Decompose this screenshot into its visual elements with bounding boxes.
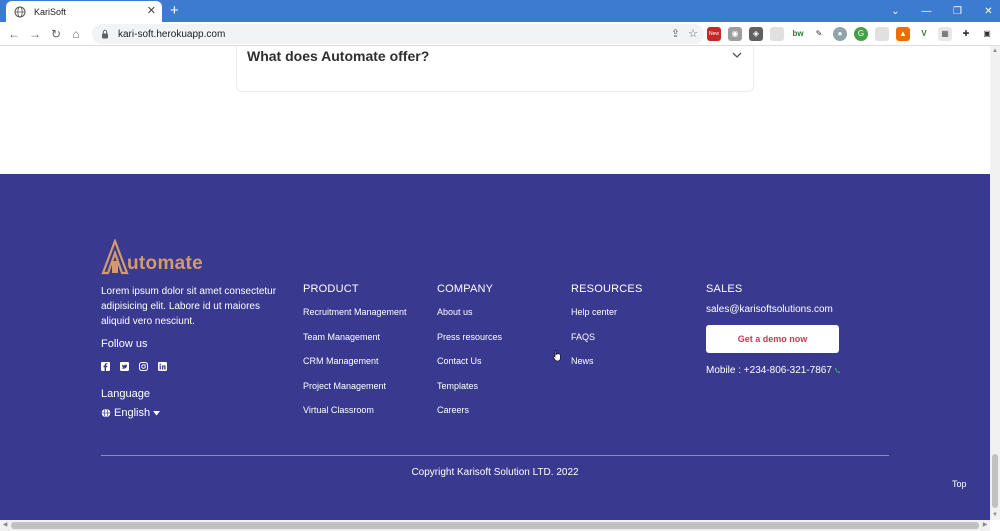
instagram-icon[interactable] xyxy=(139,358,148,371)
social-links xyxy=(101,358,167,371)
mobile-contact: Mobile : +234-806-321-7867 xyxy=(706,365,841,376)
forward-icon[interactable]: → xyxy=(27,26,43,42)
tab-title: KariSoft xyxy=(34,6,67,17)
horizontal-scrollbar[interactable]: ◀ ▶ xyxy=(0,520,990,531)
resources-heading: RESOURCES xyxy=(571,283,643,295)
lock-icon xyxy=(102,29,108,39)
site-footer: utomate Lorem ipsum dolor sit amet conse… xyxy=(0,174,990,520)
restore-icon[interactable]: ❐ xyxy=(942,6,973,17)
bookmark-star-icon[interactable]: ☆ xyxy=(688,27,698,40)
language-label: Language xyxy=(101,388,150,400)
square-extension-icon[interactable] xyxy=(875,27,889,41)
follow-us-label: Follow us xyxy=(101,338,148,350)
footer-link-crm[interactable]: CRM Management xyxy=(303,356,407,366)
circle-extension-icon[interactable]: ● xyxy=(833,27,847,41)
language-value: English xyxy=(114,407,151,419)
scroll-up-arrow-icon[interactable]: ▲ xyxy=(990,46,1000,56)
globe-icon xyxy=(14,6,26,17)
sales-email[interactable]: sales@karisoftsolutions.com xyxy=(706,304,841,315)
tab-search-icon[interactable]: ⌄ xyxy=(880,6,911,17)
bw-extension-icon[interactable]: bw xyxy=(791,27,805,41)
footer-column-product: PRODUCT Recruitment Management Team Mana… xyxy=(303,283,407,430)
side-panel-icon[interactable]: ▣ xyxy=(980,27,994,41)
copyright-text: Copyright Karisoft Solution LTD. 2022 xyxy=(411,467,579,478)
caret-down-icon xyxy=(153,410,161,415)
facebook-icon[interactable] xyxy=(101,358,110,371)
reload-icon[interactable]: ↻ xyxy=(48,26,64,42)
vertical-scrollbar[interactable]: ▲ ▼ xyxy=(990,46,1000,520)
vue-devtools-icon[interactable]: V xyxy=(917,27,931,41)
extension-new-icon[interactable]: New xyxy=(707,27,721,41)
faq-question: What does Automate offer? xyxy=(247,48,430,64)
share-icon[interactable]: ⇪ xyxy=(671,27,680,40)
back-icon[interactable]: ← xyxy=(6,26,22,42)
footer-link-careers[interactable]: Careers xyxy=(437,405,502,415)
phone-icon xyxy=(834,368,840,373)
get-demo-button[interactable]: Get a demo now xyxy=(706,325,839,353)
globe-icon xyxy=(101,408,111,418)
vertical-scroll-thumb[interactable] xyxy=(992,454,998,508)
scroll-right-arrow-icon[interactable]: ▶ xyxy=(980,520,990,531)
close-tab-icon[interactable]: ✕ xyxy=(147,6,156,17)
page-viewport: What does Automate offer? utomate Lorem … xyxy=(0,46,990,520)
footer-link-virtual-classroom[interactable]: Virtual Classroom xyxy=(303,405,407,415)
footer-link-contact[interactable]: Contact Us xyxy=(437,356,502,366)
green-badge-icon[interactable]: ▦ xyxy=(938,27,952,41)
address-bar[interactable]: kari-soft.herokuapp.com ⇪ ☆ xyxy=(92,24,704,44)
camera-icon[interactable]: ◉ xyxy=(728,27,742,41)
company-heading: COMPANY xyxy=(437,283,494,295)
product-heading: PRODUCT xyxy=(303,283,359,295)
url-text: kari-soft.herokuapp.com xyxy=(118,28,226,40)
faq-accordion-item[interactable]: What does Automate offer? xyxy=(236,46,754,92)
footer-link-faqs[interactable]: FAQS xyxy=(571,332,642,342)
footer-about-text: Lorem ipsum dolor sit amet consectetur a… xyxy=(101,286,277,327)
mobile-number[interactable]: Mobile : +234-806-321-7867 xyxy=(706,365,832,376)
fox-icon[interactable]: ▲ xyxy=(896,27,910,41)
footer-link-press[interactable]: Press resources xyxy=(437,332,502,342)
footer-link-about[interactable]: About us xyxy=(437,307,502,317)
footer-link-project[interactable]: Project Management xyxy=(303,381,407,391)
new-tab-button[interactable]: + xyxy=(170,2,179,20)
grammarly-icon[interactable]: G xyxy=(854,27,868,41)
window-controls: ⌄ — ❐ ✕ xyxy=(880,0,1000,22)
footer-column-resources: RESOURCES Help center FAQS News xyxy=(571,283,642,381)
minimize-icon[interactable]: — xyxy=(911,6,942,17)
footer-link-templates[interactable]: Templates xyxy=(437,381,502,391)
footer-link-help-center[interactable]: Help center xyxy=(571,307,642,317)
blank-extension-icon[interactable] xyxy=(770,27,784,41)
browser-tab[interactable]: KariSoft ✕ xyxy=(6,1,162,22)
logo-mark-icon xyxy=(101,239,129,275)
twitter-icon[interactable] xyxy=(120,358,129,371)
footer-link-team[interactable]: Team Management xyxy=(303,332,407,342)
footer-column-company: COMPANY About us Press resources Contact… xyxy=(437,283,502,430)
extensions-strip: New ◉ ◈ bw ✎ ● G ▲ V ▦ ✚ ▣ ● ⋮ xyxy=(707,27,1000,41)
puzzle-icon[interactable]: ✚ xyxy=(959,27,973,41)
home-icon[interactable]: ⌂ xyxy=(68,26,84,42)
hand-cursor-icon xyxy=(552,350,561,362)
chevron-down-icon[interactable] xyxy=(731,49,743,61)
footer-link-recruitment[interactable]: Recruitment Management xyxy=(303,307,407,317)
language-selector[interactable]: English xyxy=(101,407,161,419)
eyedropper-icon[interactable]: ✎ xyxy=(812,27,826,41)
linkedin-icon[interactable] xyxy=(158,358,167,371)
sales-heading: SALES xyxy=(706,283,743,295)
footer-link-news[interactable]: News xyxy=(571,356,642,366)
close-window-icon[interactable]: ✕ xyxy=(973,6,1000,17)
footer-divider xyxy=(101,455,889,456)
back-to-top-link[interactable]: Top xyxy=(952,479,967,489)
cube-icon[interactable]: ◈ xyxy=(749,27,763,41)
horizontal-scroll-thumb[interactable] xyxy=(11,522,979,529)
footer-column-sales: SALES sales@karisoftsolutions.com Get a … xyxy=(706,283,841,376)
scroll-left-arrow-icon[interactable]: ◀ xyxy=(0,520,10,531)
automate-logo[interactable]: utomate xyxy=(101,239,221,275)
logo-text: utomate xyxy=(127,253,203,274)
scroll-down-arrow-icon[interactable]: ▼ xyxy=(990,510,1000,520)
browser-tab-bar: KariSoft ✕ + ⌄ — ❐ ✕ xyxy=(0,0,1000,22)
